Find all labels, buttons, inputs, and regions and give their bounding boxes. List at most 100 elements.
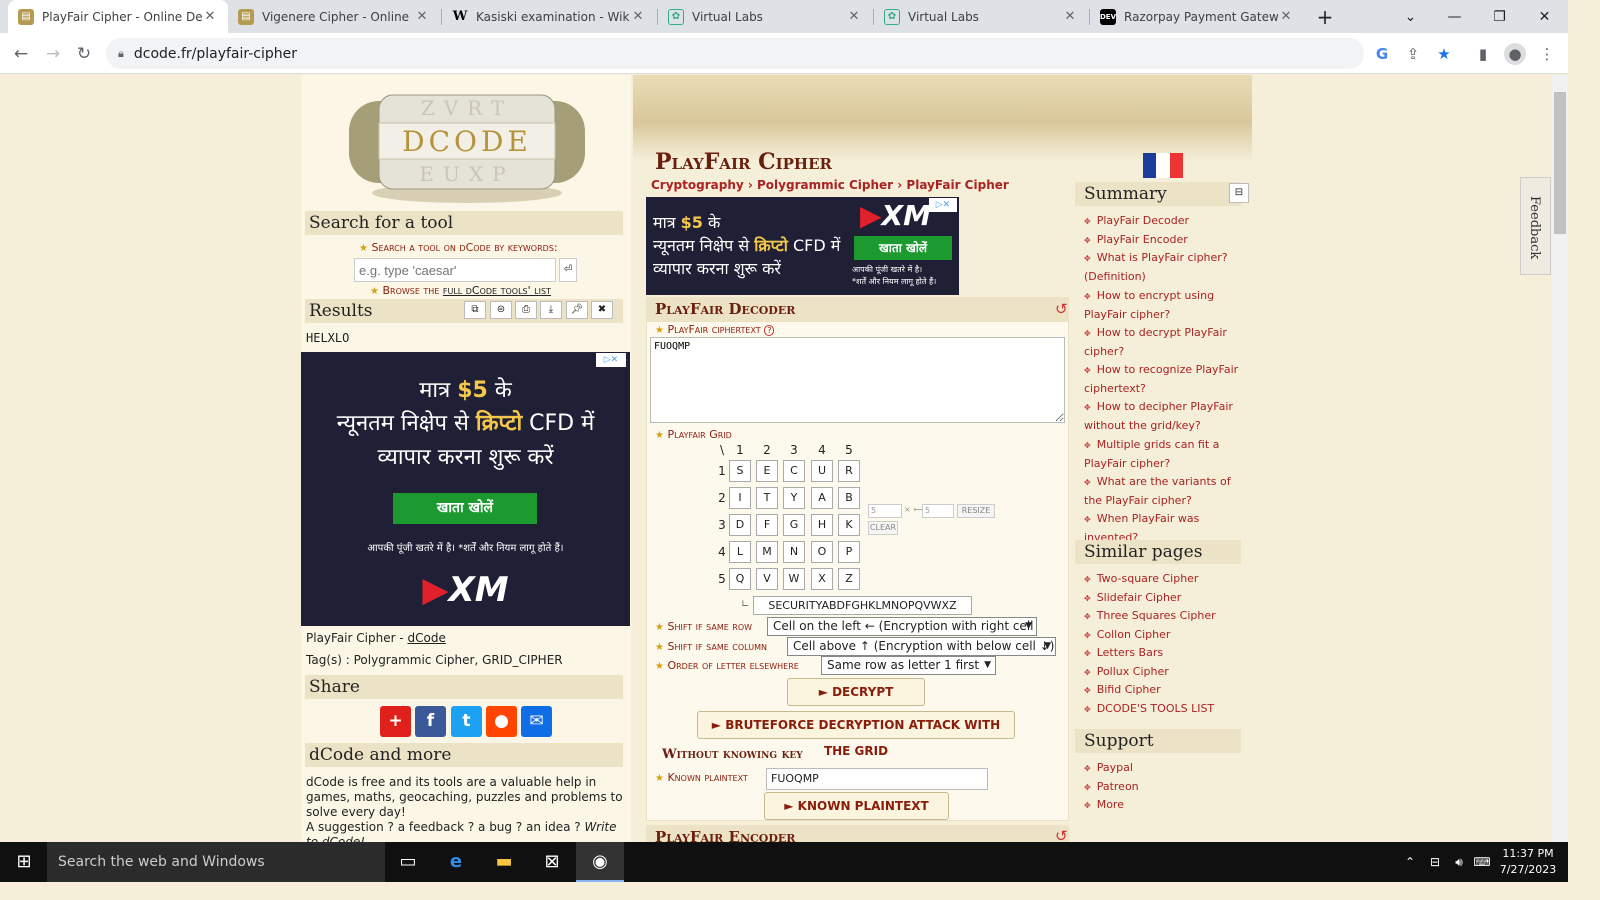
taskbar-clock[interactable]: 11:37 PM 7/27/2023 (1490, 846, 1566, 878)
known-plaintext-input[interactable]: FUOQMP (766, 768, 988, 790)
side-panel-icon[interactable]: ▮ (1472, 43, 1494, 65)
close-window-button[interactable]: ✕ (1522, 0, 1567, 33)
twitter-icon[interactable]: t (451, 706, 482, 737)
ad-open-account-button[interactable]: खाता खोलें (854, 236, 952, 260)
grid-cell[interactable]: E (756, 460, 778, 482)
network-icon[interactable]: ⊟ (1423, 842, 1447, 882)
adchoices-icon[interactable]: ▷✕ (596, 353, 626, 367)
support-link[interactable]: ✥ Paypal (1084, 759, 1251, 778)
reddit-icon[interactable]: ● (486, 706, 517, 737)
grid-cell[interactable]: R (838, 460, 860, 482)
grid-cell[interactable]: W (783, 568, 805, 590)
browse-tools-link[interactable]: full dCode tools' list (443, 284, 551, 297)
grid-cell[interactable]: Y (783, 487, 805, 509)
dcode-logo[interactable]: DCODE ZVRT EUXP (339, 81, 595, 207)
facebook-icon[interactable]: f (415, 706, 446, 737)
grid-cell[interactable]: A (811, 487, 833, 509)
restore-button[interactable]: ❐ (1477, 0, 1522, 33)
resize-button[interactable]: RESIZE (957, 504, 995, 518)
tab-vigenere[interactable]: ▤ Vigenere Cipher - Online Dec ✕ (228, 0, 440, 33)
similar-link[interactable]: ✥ Three Squares Cipher (1084, 607, 1251, 626)
tab-playfair[interactable]: ▤ PlayFair Cipher - Online Deco ✕ (8, 0, 228, 33)
similar-link[interactable]: ✥ Bifid Cipher (1084, 681, 1251, 700)
summary-link[interactable]: ✥ Multiple grids can fit a PlayFair ciphe… (1084, 436, 1251, 473)
store-icon[interactable]: ⊠ (528, 842, 576, 882)
similar-link[interactable]: ✥ Two-square Cipher (1084, 570, 1251, 589)
grid-cell[interactable]: T (756, 487, 778, 509)
grid-cell[interactable]: U (811, 460, 833, 482)
grid-cell[interactable]: P (838, 541, 860, 563)
support-link[interactable]: ✥ Patreon (1084, 778, 1251, 797)
grid-cell[interactable]: S (729, 460, 751, 482)
summary-link[interactable]: ✥ How to decrypt PlayFair cipher? (1084, 324, 1251, 361)
tool-search-input[interactable] (354, 258, 556, 282)
reload-icon[interactable]: ↻ (71, 41, 97, 67)
grid-cell[interactable]: L (729, 541, 751, 563)
scrollbar-thumb[interactable] (1554, 92, 1566, 234)
task-view-icon[interactable]: ▭ (384, 842, 432, 882)
grid-cell[interactable]: G (783, 514, 805, 536)
breadcrumb-item[interactable]: PlayFair Cipher (906, 178, 1008, 192)
grid-cell[interactable]: V (756, 568, 778, 590)
tab-razorpay[interactable]: DEV Razorpay Payment Gateway I ✕ (1090, 0, 1304, 33)
close-tab-icon[interactable]: ✕ (1062, 9, 1078, 24)
minimize-button[interactable]: — (1432, 0, 1477, 33)
file-explorer-icon[interactable]: ▬ (480, 842, 528, 882)
breadcrumb-item[interactable]: Cryptography (651, 178, 744, 192)
adchoices-icon[interactable]: ▷✕ (929, 198, 957, 212)
grid-cell[interactable]: N (783, 541, 805, 563)
bookmark-star-icon[interactable]: ★ (1433, 43, 1455, 65)
download-results-icon[interactable]: ⤓ (540, 301, 562, 319)
grid-cell[interactable]: K (838, 514, 860, 536)
grid-height-input[interactable]: 5 (922, 504, 954, 518)
grid-cell[interactable]: H (811, 514, 833, 536)
taskbar-search-box[interactable]: Search the web and Windows (47, 842, 385, 882)
edge-browser-icon[interactable]: e (432, 842, 480, 882)
forward-arrow-icon[interactable]: → (40, 41, 66, 67)
breadcrumb-item[interactable]: Polygrammic Cipher (757, 178, 893, 192)
similar-link[interactable]: ✥ Collon Cipher (1084, 626, 1251, 645)
feedback-tab[interactable]: Feedback (1520, 177, 1551, 275)
tray-chevron-icon[interactable]: ⌃ (1398, 842, 1422, 882)
tab-virtual-labs-2[interactable]: ✿ Virtual Labs ✕ (874, 0, 1088, 33)
collapse-summary-icon[interactable]: ⊟ (1229, 183, 1249, 203)
volume-icon[interactable]: 🔊︎ (1447, 842, 1471, 882)
summary-link[interactable]: ✥ What is PlayFair cipher? (Definition) (1084, 249, 1251, 286)
summary-link[interactable]: ✥ PlayFair Encoder (1084, 231, 1251, 250)
grid-cell[interactable]: M (756, 541, 778, 563)
addthis-plus-icon[interactable]: + (380, 706, 411, 737)
tab-virtual-labs-1[interactable]: ✿ Virtual Labs ✕ (658, 0, 872, 33)
windows-start-icon[interactable]: ⊞ (0, 842, 48, 882)
advertisement-top[interactable]: ▷✕ मात्र $5 के न्यूनतम निक्षेप से क्रिप्… (646, 197, 959, 295)
grid-cell[interactable]: C (783, 460, 805, 482)
close-tab-icon[interactable]: ✕ (846, 9, 862, 24)
similar-link[interactable]: ✥ DCODE'S TOOLS LIST (1084, 700, 1251, 719)
similar-link[interactable]: ✥ Slidefair Cipher (1084, 589, 1251, 608)
google-translate-icon[interactable]: G (1371, 43, 1393, 65)
reset-decoder-icon[interactable]: ↺ (1055, 300, 1068, 318)
dcode-link[interactable]: dCode (407, 631, 445, 645)
address-bar[interactable]: 🔒︎ dcode.fr/playfair-cipher (106, 38, 1364, 69)
ad-open-account-button[interactable]: खाता खोलें (393, 493, 537, 524)
close-tab-icon[interactable]: ✕ (1278, 9, 1294, 24)
search-submit-icon[interactable]: ⏎ (559, 258, 577, 282)
email-icon[interactable]: ✉ (521, 706, 552, 737)
save-results-icon[interactable]: ⊜ (490, 301, 512, 319)
grid-cell[interactable]: O (811, 541, 833, 563)
new-tab-button[interactable]: + (1303, 0, 1347, 33)
grid-width-input[interactable]: 5 (868, 504, 902, 518)
help-icon[interactable]: ? (764, 325, 775, 336)
close-tab-icon[interactable]: ✕ (414, 9, 430, 24)
tab-search-chevron-icon[interactable]: ⌄ (1388, 0, 1433, 33)
chrome-taskbar-icon[interactable]: ◉ (576, 842, 624, 882)
profile-avatar-icon[interactable]: ● (1504, 43, 1526, 65)
pin-results-icon[interactable]: 📌︎ (566, 301, 588, 319)
copy-results-icon[interactable]: ⧉ (464, 301, 486, 319)
grid-cell[interactable]: X (811, 568, 833, 590)
bruteforce-button[interactable]: ► BRUTEFORCE DECRYPTION ATTACK WITH THE … (697, 711, 1015, 758)
close-tab-icon[interactable]: ✕ (202, 9, 218, 24)
similar-link[interactable]: ✥ Letters Bars (1084, 644, 1251, 663)
similar-link[interactable]: ✥ Pollux Cipher (1084, 663, 1251, 682)
close-tab-icon[interactable]: ✕ (630, 9, 646, 24)
reset-encoder-icon[interactable]: ↺ (1055, 827, 1068, 842)
